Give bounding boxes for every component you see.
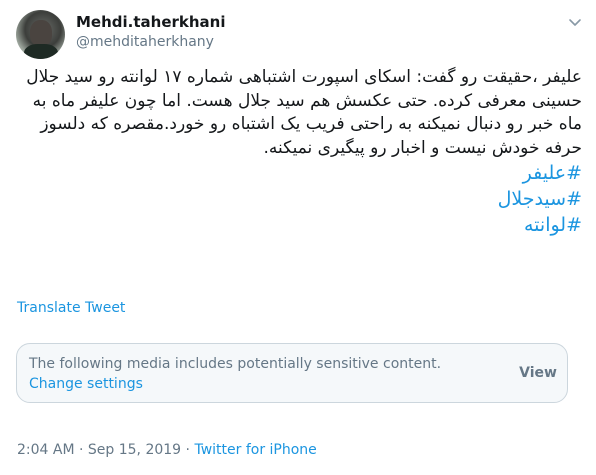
chevron-down-icon[interactable] bbox=[568, 14, 582, 28]
meta-separator: · bbox=[181, 442, 195, 458]
change-settings-link[interactable]: Change settings bbox=[29, 376, 143, 392]
view-button[interactable]: View bbox=[519, 365, 557, 381]
sensitive-media-notice: The following media includes potentially… bbox=[16, 343, 568, 403]
tweet-date[interactable]: Sep 15, 2019 bbox=[88, 442, 181, 458]
tweet-time[interactable]: 2:04 AM bbox=[17, 442, 75, 458]
sensitive-media-text: The following media includes potentially… bbox=[29, 356, 442, 372]
tweet-meta: 2:04 AM · Sep 15, 2019 · Twitter for iPh… bbox=[17, 442, 317, 458]
hashtag-link[interactable]: #علیفر bbox=[16, 160, 582, 186]
hashtag-link[interactable]: #لوانته bbox=[16, 212, 582, 238]
user-name[interactable]: Mehdi.taherkhani bbox=[76, 13, 226, 31]
meta-separator: · bbox=[74, 442, 88, 458]
tweet-text: علیفر ،حقیقت رو گفت: اسکای اسپورت اشتباه… bbox=[16, 66, 582, 238]
avatar-face bbox=[30, 20, 52, 46]
avatar[interactable] bbox=[16, 10, 65, 59]
tweet-body: علیفر ،حقیقت رو گفت: اسکای اسپورت اشتباه… bbox=[26, 67, 582, 158]
avatar-body bbox=[24, 44, 58, 59]
tweet-source-link[interactable]: Twitter for iPhone bbox=[194, 442, 316, 458]
chevron-down-icon-svg bbox=[569, 19, 581, 26]
sensitive-media-message: The following media includes potentially… bbox=[29, 354, 489, 394]
user-handle[interactable]: @mehditaherkhany bbox=[76, 34, 214, 50]
hashtag-link[interactable]: #سیدجلال bbox=[16, 186, 582, 212]
translate-tweet-link[interactable]: Translate Tweet bbox=[17, 300, 125, 316]
